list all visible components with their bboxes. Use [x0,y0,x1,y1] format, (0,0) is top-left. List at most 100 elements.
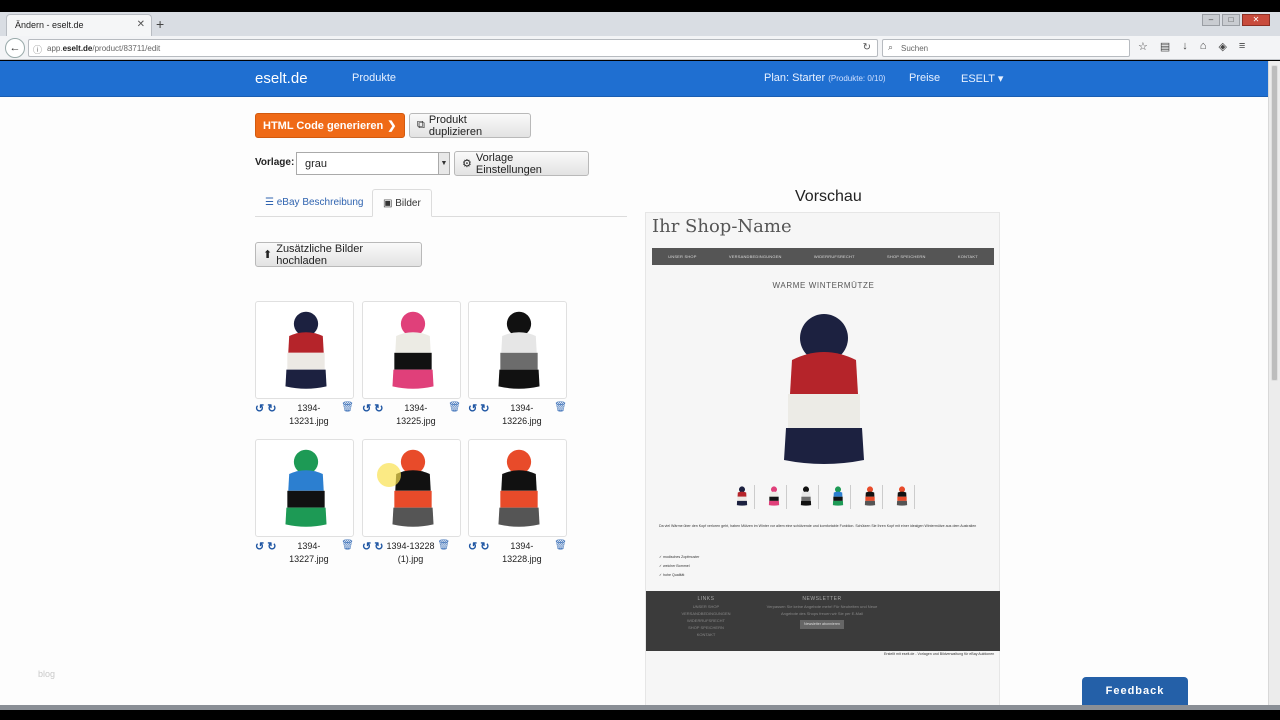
rotate-right-icon[interactable]: ↻ [267,540,276,553]
hat-image [385,446,441,535]
image-caption: ↺ ↻ 1394-13225.jpg 🗑 [362,402,461,428]
url-bar[interactable]: ⓘ app.eselt.de/product/83711/edit ↻ [28,39,878,57]
footer-link: KONTAKT [696,632,716,637]
image-filename: 1394-13225.jpg [386,402,445,428]
image-caption: ↺ ↻ 1394-13231.jpg 🗑 [255,402,354,428]
preview-footer-newsletter: NEWSLETTER Verpassen Sie keine Angebote … [766,596,878,629]
tab-ebay-description-label: eBay Beschreibung [276,197,364,208]
nav-prices[interactable]: Preise [909,72,940,84]
tab-images[interactable]: ▣ Bilder [372,189,432,217]
editor-tabs: ☰ eBay Beschreibung ▣ Bilder [255,189,627,217]
trash-icon[interactable]: 🗑 [448,402,461,413]
image-filename: 1394-13227.jpg [279,540,338,566]
browser-tab[interactable]: Ändern - eselt.de ✕ [6,14,152,36]
brand-logo[interactable]: eselt.de [255,70,308,87]
minimize-icon[interactable]: – [1202,14,1220,26]
dropdown-arrow-icon[interactable]: ▼ [438,153,449,174]
rotate-left-icon[interactable]: ↺ [255,402,264,415]
plan-label: Plan: Starter [764,72,826,84]
nav-products[interactable]: Produkte [352,72,396,84]
product-image-thumbnail[interactable] [362,439,461,537]
browser-tab-bar: Ändern - eselt.de ✕ + – □ ✕ [0,12,1280,36]
preview-nav-item: KONTAKT [957,254,978,259]
reload-icon[interactable]: ↻ [863,42,871,53]
footer-newsletter-text: Verpassen Sie keine Angebote mehr! Für N… [766,604,878,616]
page-scrollbar[interactable] [1268,61,1280,705]
footer-link: VERSANDBEDINGUNGEN [681,611,731,616]
product-image-thumbnail[interactable] [362,301,461,399]
browser-search-bar[interactable]: ⌕ Suchen [882,39,1130,57]
footer-links-list: UNSER SHOP VERSANDBEDINGUNGEN WIDERRUFSREC… [676,603,736,638]
footer-links-heading: LINKS [697,596,715,602]
gears-icon: ⚙ [462,158,472,170]
pocket-icon[interactable]: ◈ [1218,40,1226,53]
trash-icon[interactable]: 🗑 [341,402,354,413]
newsletter-button[interactable]: Newsletter abonnieren [800,620,844,629]
image-filename-text: 1394-13226.jpg [502,403,542,426]
rotate-right-icon[interactable]: ↻ [480,540,489,553]
image-caption: ↺ ↻ 1394-13227.jpg 🗑 [255,540,354,566]
browser-nav-bar: ← ⓘ app.eselt.de/product/83711/edit ↻ ⌕ … [0,36,1280,60]
account-menu[interactable]: ESELT ▾ [961,72,1003,85]
template-select[interactable]: grau ▼ [296,152,450,175]
back-arrow-icon[interactable]: ← [5,38,25,58]
url-path: /product/83711/edit [92,44,161,53]
product-image-thumbnail[interactable] [255,301,354,399]
preview-nav-item: VERSANDBEDINGUNGEN [728,254,782,259]
upload-images-button[interactable]: ⬆ Zusätzliche Bilder hochladen [255,242,422,267]
trash-icon[interactable]: 🗑 [341,540,354,551]
trash-icon[interactable]: 🗑 [554,402,567,413]
preview-thumbnail [730,485,755,509]
preview-footer: LINKS UNSER SHOP VERSANDBEDINGUNGEN WIDERR… [646,591,1000,651]
preview-thumbnail-strip [730,485,915,509]
upload-images-label: Zusätzliche Bilder hochladen [276,242,364,267]
product-image-thumbnail[interactable] [468,439,567,537]
image-filename-text: 1394-13231.jpg [289,403,329,426]
tab-ebay-description[interactable]: ☰ eBay Beschreibung [255,189,373,217]
url-prefix: app. [47,44,63,53]
info-icon[interactable]: ⓘ [33,43,42,56]
rotate-left-icon[interactable]: ↺ [255,540,264,553]
trash-icon[interactable]: 🗑 [554,540,567,551]
rotate-right-icon[interactable]: ↻ [374,402,383,415]
duplicate-product-button[interactable]: ⧉ Produkt duplizieren [409,113,531,138]
rotate-right-icon[interactable]: ↻ [374,540,383,553]
url-domain: eselt.de [62,44,93,53]
footer-link: SHOP SPEICHERN [688,625,724,630]
chevron-right-icon: ❯ [387,120,397,132]
preview-nav-item: WIDERRUFSRECHT [813,254,855,259]
download-icon[interactable]: ↓ [1182,40,1188,53]
home-icon[interactable]: ⌂ [1200,40,1207,53]
rotate-right-icon[interactable]: ↻ [267,402,276,415]
template-value: grau [305,158,328,170]
bookmark-star-icon[interactable]: ☆ [1138,40,1148,53]
close-window-icon[interactable]: ✕ [1242,14,1270,26]
page: eselt.de Produkte Plan: Starter (Produkt… [0,61,1268,705]
new-tab-icon[interactable]: + [156,16,164,32]
product-image-thumbnail[interactable] [468,301,567,399]
preview-feature-item: ✓ modisches Zopfmuster [659,555,700,559]
preview-thumbnail [826,485,851,509]
generate-html-button[interactable]: HTML Code generieren ❯ [255,113,405,138]
rotate-left-icon[interactable]: ↺ [362,540,371,553]
maximize-icon[interactable]: □ [1222,14,1240,26]
scrollbar-thumb[interactable] [1271,65,1278,381]
preview-heading: Vorschau [795,188,862,205]
rotate-left-icon[interactable]: ↺ [362,402,371,415]
watermark-text: blog [38,669,56,679]
image-filename: 1394-13226.jpg [492,402,551,428]
feedback-button[interactable]: Feedback [1082,677,1188,705]
plan-info[interactable]: Plan: Starter (Produkte: 0/10) [764,72,886,84]
tab-close-icon[interactable]: ✕ [137,19,145,30]
clipboard-icon[interactable]: ▤ [1160,40,1170,53]
rotate-right-icon[interactable]: ↻ [480,402,489,415]
product-image-thumbnail[interactable] [255,439,354,537]
rotate-left-icon[interactable]: ↺ [468,402,477,415]
trash-icon[interactable]: 🗑 [437,540,450,551]
menu-icon[interactable]: ≡ [1239,40,1245,53]
preview-main-image [774,308,874,468]
footer-newsletter-heading: NEWSLETTER [802,596,842,602]
rotate-left-icon[interactable]: ↺ [468,540,477,553]
app-header: eselt.de Produkte Plan: Starter (Produkt… [0,61,1268,97]
template-settings-button[interactable]: ⚙ Vorlage Einstellungen [454,151,589,176]
